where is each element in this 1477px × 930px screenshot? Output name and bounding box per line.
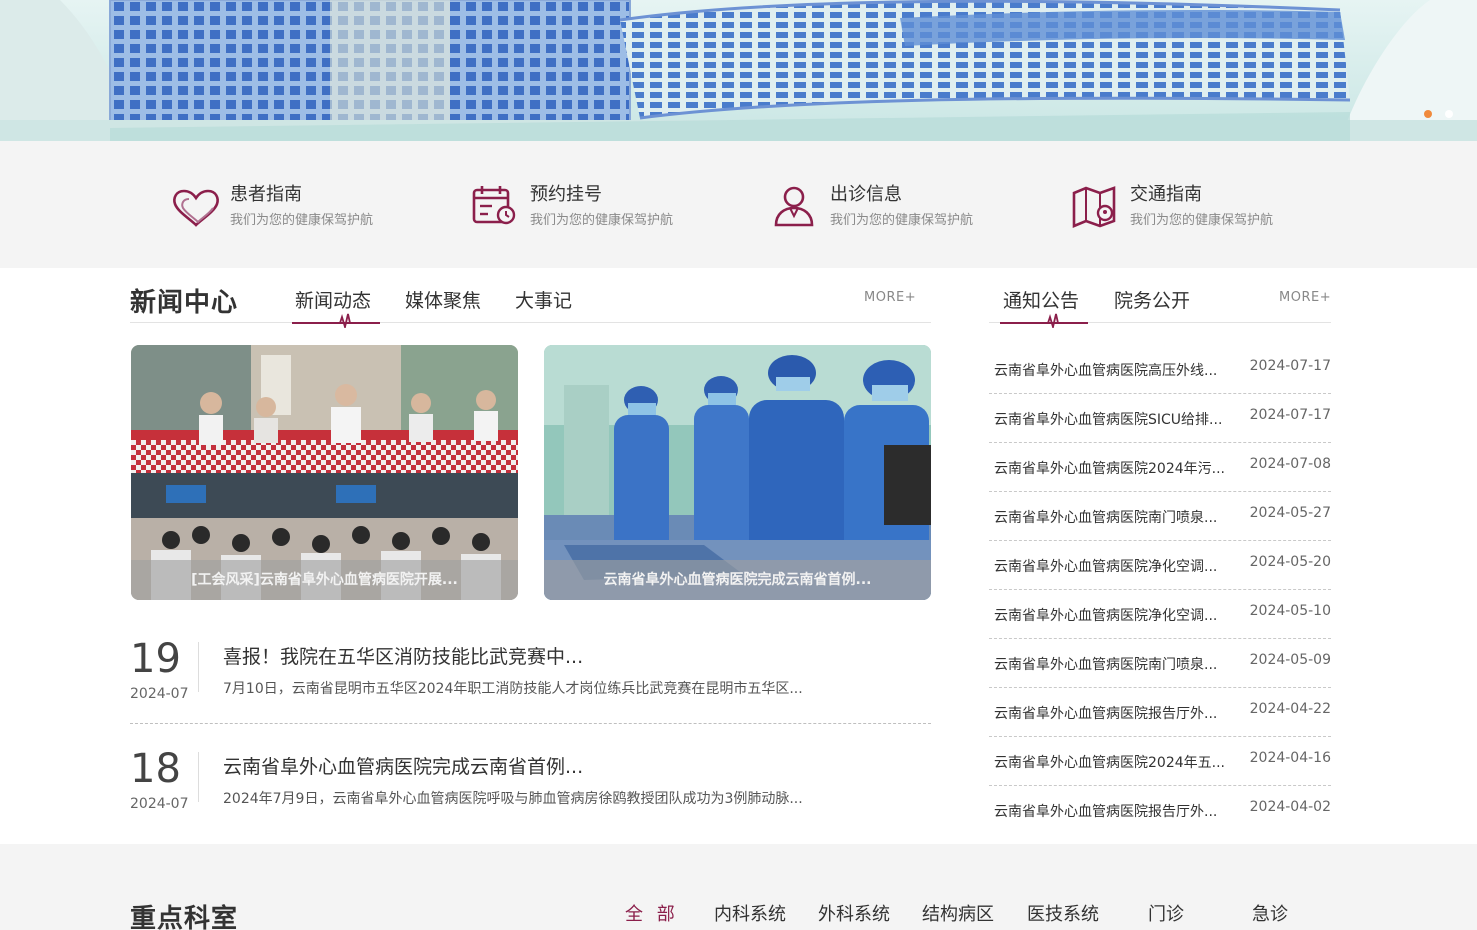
tab-media-focus[interactable]: 媒体聚焦 [405, 286, 481, 313]
quick-link-title: 交通指南 [1130, 184, 1202, 205]
quick-links-bar: 患者指南 我们为您的健康保驾护航 预约挂号 我们为您的健康保驾护航 出诊信息 我… [0, 141, 1477, 268]
news-year-month: 2024-07 [130, 686, 189, 702]
photo-caption: [工会风采]云南省阜外心血管病医院开展... [131, 560, 518, 600]
doctor-icon [774, 186, 814, 227]
notice-item-9[interactable]: 云南省阜外心血管病医院2024年五... 2024-04-16 [989, 737, 1331, 786]
notice-title: 云南省阜外心血管病医院2024年污... [994, 461, 1225, 477]
notice-date: 2024-04-16 [1249, 750, 1331, 766]
news-more-link[interactable]: MORE+ [864, 290, 916, 305]
tab-news-updates[interactable]: 新闻动态 [295, 286, 371, 313]
quick-link-patient-guide[interactable]: 患者指南 我们为您的健康保驾护航 [170, 183, 373, 233]
tab-notices[interactable]: 通知公告 [1003, 286, 1079, 313]
news-list-item-2[interactable]: 18 2024-07 云南省阜外心血管病医院完成云南省首例... 2024年7月… [130, 746, 931, 814]
news-photo-card-1[interactable]: [工会风采]云南省阜外心血管病医院开展... [131, 345, 518, 600]
carousel-dot-1[interactable] [1424, 110, 1432, 118]
notice-title: 云南省阜外心血管病医院南门喷泉... [994, 510, 1218, 526]
dept-tab-surgery[interactable]: 外科系统 [818, 900, 890, 926]
quick-link-title: 出诊信息 [830, 184, 902, 205]
news-title[interactable]: 云南省阜外心血管病医院完成云南省首例... [223, 752, 583, 779]
news-title[interactable]: 喜报！我院在五华区消防技能比武竞赛中... [223, 642, 583, 669]
dept-tab-structural-ward[interactable]: 结构病区 [922, 900, 994, 926]
heartbeat-icon [334, 313, 356, 328]
hospital-building-illustration [0, 0, 1477, 141]
notice-date: 2024-05-10 [1249, 603, 1331, 619]
notice-date: 2024-07-17 [1249, 358, 1331, 374]
news-day: 18 [130, 746, 181, 792]
notice-title: 云南省阜外心血管病医院净化空调... [994, 559, 1218, 575]
notice-title: 云南省阜外心血管病医院报告厅外... [994, 706, 1218, 722]
notice-title: 云南省阜外心血管病医院2024年五... [994, 755, 1225, 771]
notice-date: 2024-05-20 [1249, 554, 1331, 570]
quick-link-appointment[interactable]: 预约挂号 我们为您的健康保驾护航 [470, 183, 673, 233]
departments-section-title: 重点科室 [130, 904, 239, 930]
quick-link-traffic-guide[interactable]: 交通指南 我们为您的健康保驾护航 [1070, 183, 1273, 233]
notices-more-link[interactable]: MORE+ [1279, 290, 1331, 305]
carousel-dots [1424, 110, 1453, 118]
dept-tab-outpatient[interactable]: 门诊 [1148, 900, 1184, 926]
dept-tab-medical-technology[interactable]: 医技系统 [1027, 900, 1099, 926]
news-row-divider [130, 723, 931, 724]
notice-item-5[interactable]: 云南省阜外心血管病医院净化空调... 2024-05-20 [989, 541, 1331, 590]
notice-date: 2024-07-17 [1249, 407, 1331, 423]
notice-item-2[interactable]: 云南省阜外心血管病医院SICU给排... 2024-07-17 [989, 394, 1331, 443]
quick-link-clinic-info[interactable]: 出诊信息 我们为您的健康保驾护航 [770, 183, 973, 233]
news-header-divider [130, 322, 931, 323]
news-section-title: 新闻中心 [130, 288, 239, 318]
tab-milestones[interactable]: 大事记 [515, 286, 572, 313]
notice-title: 云南省阜外心血管病医院高压外线... [994, 363, 1218, 379]
news-date-divider [198, 752, 199, 802]
notice-item-10[interactable]: 云南省阜外心血管病医院报告厅外... 2024-04-02 [989, 786, 1331, 835]
calendar-icon [472, 186, 516, 225]
heart-icon [173, 189, 219, 227]
news-summary: 7月10日，云南省昆明市五华区2024年职工消防技能人才岗位练兵比武竞赛在昆明市… [223, 681, 803, 697]
notice-item-3[interactable]: 云南省阜外心血管病医院2024年污... 2024-07-08 [989, 443, 1331, 492]
notice-item-1[interactable]: 云南省阜外心血管病医院高压外线... 2024-07-17 [989, 345, 1331, 394]
news-date-divider [198, 642, 199, 692]
quick-link-title: 患者指南 [230, 184, 302, 205]
notice-title: 云南省阜外心血管病医院净化空调... [994, 608, 1218, 624]
notice-date: 2024-05-27 [1249, 505, 1331, 521]
notice-item-8[interactable]: 云南省阜外心血管病医院报告厅外... 2024-04-22 [989, 688, 1331, 737]
tab-affairs-public[interactable]: 院务公开 [1114, 286, 1190, 313]
news-photo-card-2[interactable]: 云南省阜外心血管病医院完成云南省首例... [544, 345, 931, 600]
carousel-dot-2[interactable] [1445, 110, 1453, 118]
notice-date: 2024-04-22 [1249, 701, 1331, 717]
notice-date: 2024-04-02 [1249, 799, 1331, 815]
notice-title: 云南省阜外心血管病医院南门喷泉... [994, 657, 1218, 673]
news-list-item-1[interactable]: 19 2024-07 喜报！我院在五华区消防技能比武竞赛中... 7月10日，云… [130, 636, 931, 704]
quick-link-subtitle: 我们为您的健康保驾护航 [830, 213, 974, 228]
news-year-month: 2024-07 [130, 796, 189, 812]
quick-link-subtitle: 我们为您的健康保驾护航 [530, 213, 674, 228]
notice-date: 2024-05-09 [1249, 652, 1331, 668]
quick-link-subtitle: 我们为您的健康保驾护航 [230, 213, 374, 228]
quick-link-subtitle: 我们为您的健康保驾护航 [1130, 213, 1274, 228]
notice-item-7[interactable]: 云南省阜外心血管病医院南门喷泉... 2024-05-09 [989, 639, 1331, 688]
hero-banner[interactable] [0, 0, 1477, 141]
heartbeat-icon [1042, 313, 1064, 328]
notice-item-6[interactable]: 云南省阜外心血管病医院净化空调... 2024-05-10 [989, 590, 1331, 639]
notice-title: 云南省阜外心血管病医院报告厅外... [994, 804, 1218, 820]
map-icon [1072, 186, 1116, 228]
photo-caption: 云南省阜外心血管病医院完成云南省首例... [544, 560, 931, 600]
news-day: 19 [130, 636, 181, 682]
notice-date: 2024-07-08 [1249, 456, 1331, 472]
dept-tab-emergency[interactable]: 急诊 [1252, 900, 1288, 926]
notice-item-4[interactable]: 云南省阜外心血管病医院南门喷泉... 2024-05-27 [989, 492, 1331, 541]
notice-title: 云南省阜外心血管病医院SICU给排... [994, 412, 1223, 428]
dept-tab-internal-medicine[interactable]: 内科系统 [714, 900, 786, 926]
key-departments-section: 重点科室 全 部 内科系统 外科系统 结构病区 医技系统 门诊 急诊 [0, 844, 1477, 930]
news-summary: 2024年7月9日，云南省阜外心血管病医院呼吸与肺血管病房徐鸥教授团队成功为3例… [223, 791, 803, 807]
quick-link-title: 预约挂号 [530, 184, 602, 205]
dept-tab-all[interactable]: 全 部 [625, 900, 679, 926]
